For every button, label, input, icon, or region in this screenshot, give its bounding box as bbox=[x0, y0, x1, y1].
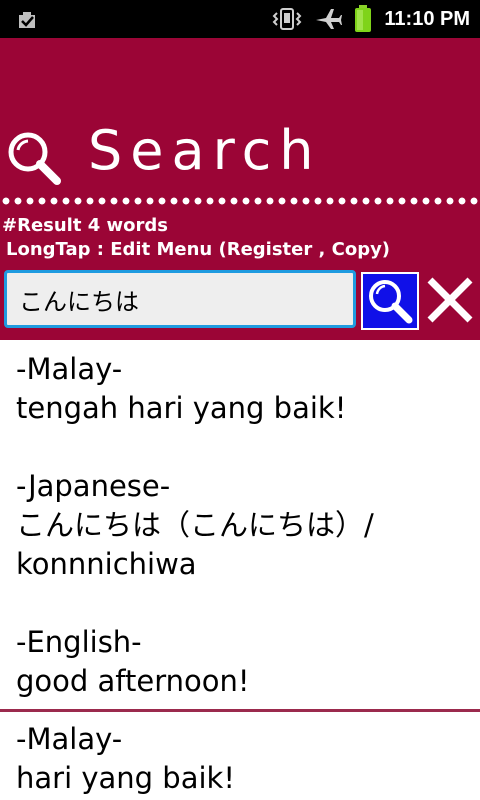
malay-label: -Malay- bbox=[16, 722, 123, 756]
title-row: Search bbox=[0, 119, 480, 186]
malay-text: hari yang baik! bbox=[16, 761, 235, 795]
japanese-label: -Japanese- bbox=[16, 469, 171, 503]
results-list[interactable]: -Malay- tengah hari yang baik! -Japanese… bbox=[0, 340, 480, 800]
search-bar bbox=[0, 268, 480, 338]
dotted-divider bbox=[0, 196, 480, 206]
clear-button[interactable] bbox=[424, 274, 476, 326]
english-text: good afternoon! bbox=[16, 664, 250, 698]
page-title: Search bbox=[88, 119, 322, 182]
battery-icon bbox=[355, 5, 372, 32]
malay-text: tengah hari yang baik! bbox=[16, 391, 347, 425]
japanese-text: こんにちは（こんにちは）/ bbox=[16, 508, 374, 542]
malay-label: -Malay- bbox=[16, 352, 123, 386]
result-item[interactable]: -Malay- hari yang baik! bbox=[0, 712, 480, 800]
status-time: 11:10 PM bbox=[384, 7, 470, 30]
result-count: #Result 4 words bbox=[2, 215, 168, 236]
close-icon bbox=[427, 277, 473, 323]
search-header: Search #Result 4 words LongTap : Edit Me… bbox=[0, 38, 480, 340]
search-button[interactable] bbox=[361, 272, 419, 330]
search-input[interactable] bbox=[4, 270, 356, 328]
search-icon bbox=[369, 280, 413, 324]
longtap-hint: LongTap : Edit Menu (Register , Copy) bbox=[6, 239, 391, 260]
status-bar: 11:10 PM bbox=[0, 0, 480, 38]
english-label: -English- bbox=[16, 625, 142, 659]
japanese-romaji: konnnichiwa bbox=[16, 547, 197, 581]
airplane-mode-icon bbox=[316, 9, 343, 29]
download-done-icon bbox=[19, 12, 35, 28]
vibrate-icon bbox=[272, 8, 302, 30]
search-icon bbox=[8, 132, 61, 185]
result-item[interactable]: -Malay- tengah hari yang baik! -Japanese… bbox=[0, 340, 480, 709]
